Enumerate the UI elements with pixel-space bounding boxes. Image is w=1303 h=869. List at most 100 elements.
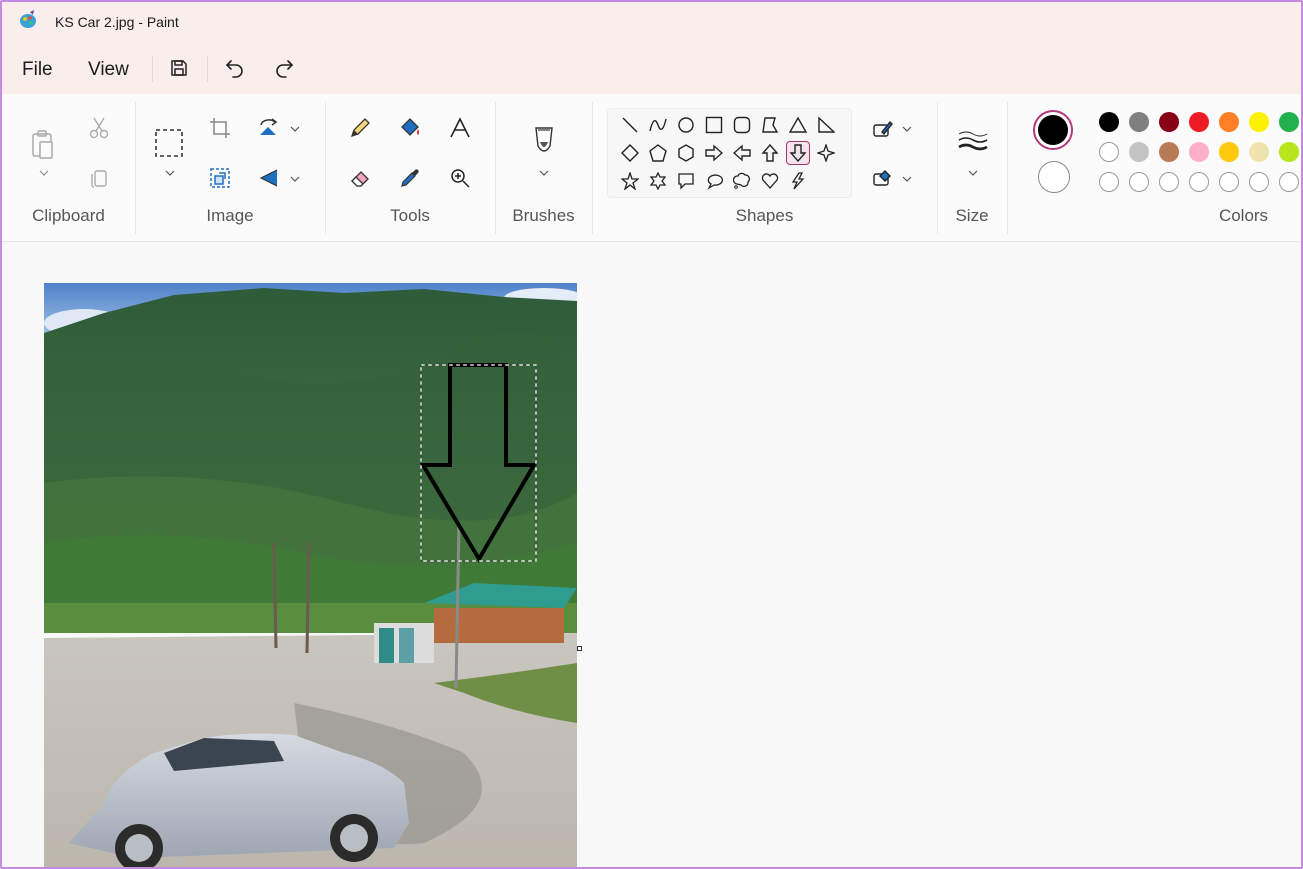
redo-icon[interactable] bbox=[270, 54, 298, 82]
polygon-shape-icon[interactable] bbox=[758, 113, 782, 137]
oval-shape-icon[interactable] bbox=[674, 113, 698, 137]
window-title: KS Car 2.jpg - Paint bbox=[55, 14, 179, 30]
canvas-resize-handle[interactable] bbox=[577, 646, 582, 651]
right-triangle-shape-icon[interactable] bbox=[814, 113, 838, 137]
chevron-down-icon[interactable] bbox=[901, 124, 913, 134]
size-label: Size bbox=[955, 206, 989, 225]
down-arrow-shape-icon[interactable] bbox=[786, 141, 810, 165]
crop-icon[interactable] bbox=[205, 113, 235, 143]
color-swatch[interactable] bbox=[1219, 112, 1239, 132]
heart-shape-icon[interactable] bbox=[758, 169, 782, 193]
color-picker-icon[interactable] bbox=[395, 163, 425, 193]
paste-icon[interactable] bbox=[28, 128, 58, 162]
eraser-icon[interactable] bbox=[345, 163, 375, 193]
chevron-down-icon[interactable] bbox=[38, 168, 50, 178]
rotate-icon[interactable] bbox=[254, 113, 284, 143]
custom-color-slot[interactable] bbox=[1099, 172, 1119, 192]
up-arrow-shape-icon[interactable] bbox=[758, 141, 782, 165]
size-group: Size bbox=[937, 94, 1007, 242]
image-group: Image bbox=[135, 94, 325, 242]
clipboard-label: Clipboard bbox=[32, 206, 105, 225]
oval-callout-shape-icon[interactable] bbox=[702, 169, 726, 193]
right-arrow-shape-icon[interactable] bbox=[702, 141, 726, 165]
undo-icon[interactable] bbox=[221, 54, 249, 82]
color-swatch[interactable] bbox=[1159, 142, 1179, 162]
size-icon[interactable] bbox=[957, 128, 989, 154]
pencil-icon[interactable] bbox=[345, 113, 375, 143]
four-point-star-shape-icon[interactable] bbox=[814, 141, 838, 165]
canvas-image[interactable] bbox=[44, 283, 577, 867]
chevron-down-icon[interactable] bbox=[164, 168, 176, 178]
curve-shape-icon[interactable] bbox=[646, 113, 670, 137]
custom-color-slot[interactable] bbox=[1279, 172, 1299, 192]
menu-file[interactable]: File bbox=[22, 59, 53, 81]
resize-icon[interactable] bbox=[205, 163, 235, 193]
line-shape-icon[interactable] bbox=[618, 113, 642, 137]
color-swatch[interactable] bbox=[1249, 142, 1269, 162]
secondary-color-swatch[interactable] bbox=[1038, 161, 1070, 193]
color-swatch[interactable] bbox=[1189, 142, 1209, 162]
ribbon: Clipboard Image Tools Brushes Shapes Siz… bbox=[2, 94, 1301, 242]
five-point-star-shape-icon[interactable] bbox=[618, 169, 642, 193]
fill-icon[interactable] bbox=[395, 113, 425, 143]
copy-icon[interactable] bbox=[84, 163, 114, 193]
select-icon[interactable] bbox=[153, 127, 185, 159]
photo-scene bbox=[44, 283, 577, 867]
paint-icon bbox=[18, 10, 38, 30]
menu-view[interactable]: View bbox=[88, 59, 129, 81]
left-arrow-shape-icon[interactable] bbox=[730, 141, 754, 165]
primary-color-swatch[interactable] bbox=[1033, 110, 1073, 150]
magnifier-icon[interactable] bbox=[445, 163, 475, 193]
shapes-label: Shapes bbox=[735, 206, 794, 225]
color-swatch[interactable] bbox=[1099, 142, 1119, 162]
brush-icon[interactable] bbox=[529, 124, 559, 160]
brushes-label: Brushes bbox=[512, 206, 575, 225]
chevron-down-icon[interactable] bbox=[538, 168, 550, 178]
cut-icon[interactable] bbox=[84, 113, 114, 143]
outline-icon[interactable] bbox=[868, 114, 898, 144]
color-swatch[interactable] bbox=[1189, 112, 1209, 132]
save-icon[interactable] bbox=[165, 54, 193, 82]
canvas-area[interactable] bbox=[2, 243, 1301, 867]
lightning-shape-icon[interactable] bbox=[786, 169, 810, 193]
text-icon[interactable] bbox=[445, 113, 475, 143]
rectangle-callout-shape-icon[interactable] bbox=[674, 169, 698, 193]
shape-fill-icon[interactable] bbox=[868, 163, 898, 193]
chevron-down-icon[interactable] bbox=[289, 174, 301, 184]
color-swatch[interactable] bbox=[1279, 112, 1299, 132]
six-point-star-shape-icon[interactable] bbox=[646, 169, 670, 193]
color-swatch[interactable] bbox=[1159, 112, 1179, 132]
chevron-down-icon[interactable] bbox=[967, 168, 979, 178]
rounded-rectangle-shape-icon[interactable] bbox=[730, 113, 754, 137]
color-swatch[interactable] bbox=[1279, 142, 1299, 162]
rectangle-shape-icon[interactable] bbox=[702, 113, 726, 137]
tools-label: Tools bbox=[390, 206, 430, 225]
paint-window: KS Car 2.jpg - Paint File View Clipboard… bbox=[0, 0, 1303, 869]
brushes-group: Brushes bbox=[495, 94, 592, 242]
menu-divider bbox=[152, 56, 153, 82]
custom-color-slot[interactable] bbox=[1219, 172, 1239, 192]
menu-bar: File View bbox=[2, 44, 1301, 94]
cloud-callout-shape-icon[interactable] bbox=[730, 169, 754, 193]
color-swatch[interactable] bbox=[1129, 112, 1149, 132]
flip-icon[interactable] bbox=[254, 163, 284, 193]
pentagon-shape-icon[interactable] bbox=[646, 141, 670, 165]
tools-group: Tools bbox=[325, 94, 495, 242]
chevron-down-icon[interactable] bbox=[289, 124, 301, 134]
diamond-shape-icon[interactable] bbox=[618, 141, 642, 165]
shapes-gallery bbox=[607, 108, 852, 198]
chevron-down-icon[interactable] bbox=[901, 174, 913, 184]
hexagon-shape-icon[interactable] bbox=[674, 141, 698, 165]
custom-color-slot[interactable] bbox=[1129, 172, 1149, 192]
color-swatch[interactable] bbox=[1219, 142, 1239, 162]
color-swatch[interactable] bbox=[1249, 112, 1269, 132]
triangle-shape-icon[interactable] bbox=[786, 113, 810, 137]
color-swatch[interactable] bbox=[1099, 112, 1119, 132]
custom-color-slot[interactable] bbox=[1249, 172, 1269, 192]
image-label: Image bbox=[206, 206, 254, 225]
custom-color-slot[interactable] bbox=[1189, 172, 1209, 192]
menu-divider bbox=[207, 56, 208, 82]
colors-label: Colors bbox=[1218, 206, 1269, 225]
custom-color-slot[interactable] bbox=[1159, 172, 1179, 192]
color-swatch[interactable] bbox=[1129, 142, 1149, 162]
